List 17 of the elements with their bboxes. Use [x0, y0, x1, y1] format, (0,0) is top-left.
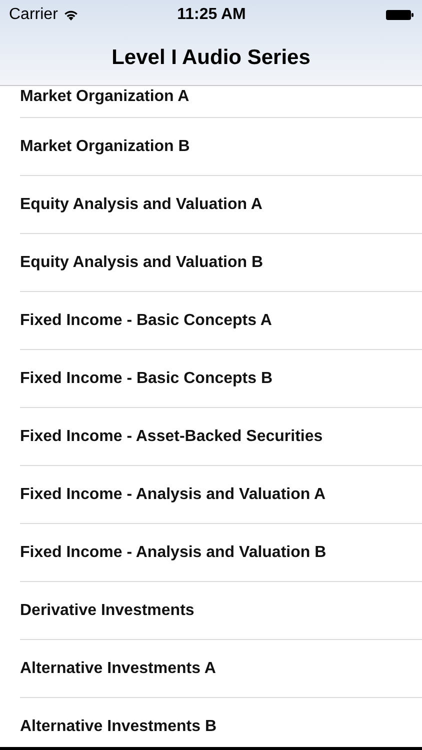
list-item[interactable]: Derivative Investments [20, 582, 422, 640]
list-item[interactable]: Market Organization A [20, 86, 422, 118]
list-item[interactable]: Fixed Income - Basic Concepts B [20, 350, 422, 408]
wifi-icon [62, 9, 79, 21]
battery-icon [386, 9, 414, 21]
list-item[interactable]: Market Organization B [20, 118, 422, 176]
list-item[interactable]: Alternative Investments A [20, 640, 422, 698]
list-item[interactable]: Fixed Income - Analysis and Valuation A [20, 466, 422, 524]
list-item[interactable]: Fixed Income - Asset-Backed Securities [20, 408, 422, 466]
list-item[interactable]: Equity Analysis and Valuation B [20, 234, 422, 292]
list-item[interactable]: Alternative Investments B [20, 698, 422, 747]
carrier-name: Carrier [9, 6, 58, 24]
list-item[interactable]: Fixed Income - Basic Concepts A [20, 292, 422, 350]
status-time: 11:25 AM [177, 6, 246, 24]
list-item[interactable]: Equity Analysis and Valuation A [20, 176, 422, 234]
list-item[interactable]: Fixed Income - Analysis and Valuation B [20, 524, 422, 582]
screen-title: Level I Audio Series [112, 46, 310, 70]
